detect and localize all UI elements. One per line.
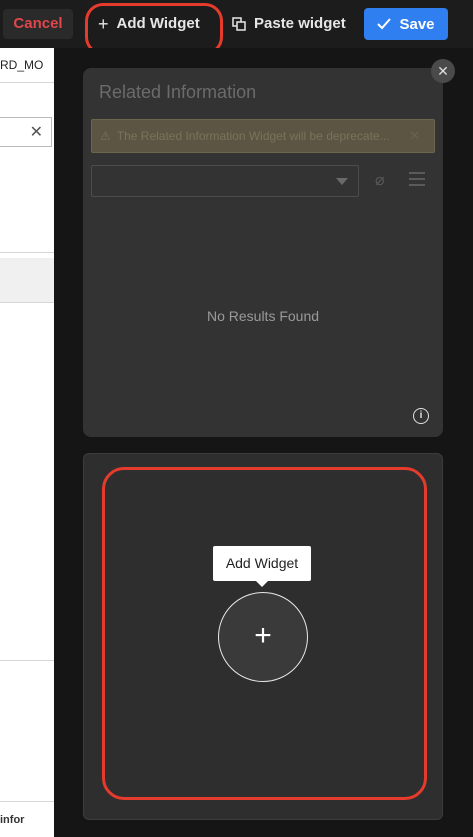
divider (0, 252, 54, 253)
add-widget-circle-button[interactable]: + (218, 592, 308, 682)
save-label: Save (399, 15, 435, 33)
paperclip-icon[interactable]: ⌀ (375, 170, 385, 190)
checkmark-icon (377, 18, 392, 30)
cancel-button[interactable]: Cancel (3, 9, 73, 39)
infor-logo: infor (0, 814, 25, 826)
add-widget-tooltip: Add Widget (213, 546, 311, 587)
left-panel-text: RD_MO (0, 58, 44, 72)
remove-widget-button[interactable]: ✕ (431, 59, 455, 83)
paste-widget-label: Paste widget (254, 15, 346, 32)
warning-text: The Related Information Widget will be d… (116, 129, 390, 143)
warning-icon: ⚠ (100, 129, 111, 143)
divider (0, 660, 54, 661)
info-icon[interactable]: i (413, 408, 429, 424)
chevron-down-icon (336, 178, 348, 185)
divider (0, 302, 54, 303)
related-information-widget: Related Information ⚠ The Related Inform… (83, 68, 443, 437)
empty-state-text: No Results Found (206, 308, 320, 324)
divider (0, 82, 54, 83)
copy-icon (232, 17, 246, 31)
list-icon[interactable] (409, 172, 425, 190)
divider (0, 801, 54, 802)
left-panel-search-input[interactable]: ✕ (0, 117, 52, 147)
left-panel: RD_MO ✕ infor (0, 48, 54, 837)
close-icon[interactable]: ✕ (409, 128, 420, 144)
plus-icon: + (254, 619, 272, 652)
left-panel-row[interactable] (0, 258, 54, 302)
deprecation-warning: ⚠ The Related Information Widget will be… (91, 119, 435, 153)
widget-title: Related Information (99, 82, 257, 102)
related-select[interactable] (91, 165, 359, 197)
clear-icon[interactable]: ✕ (30, 122, 43, 142)
top-toolbar: Cancel + Add Widget Paste widget Save (0, 0, 473, 55)
paste-widget-button[interactable]: Paste widget (232, 7, 346, 41)
save-button[interactable]: Save (364, 8, 448, 40)
